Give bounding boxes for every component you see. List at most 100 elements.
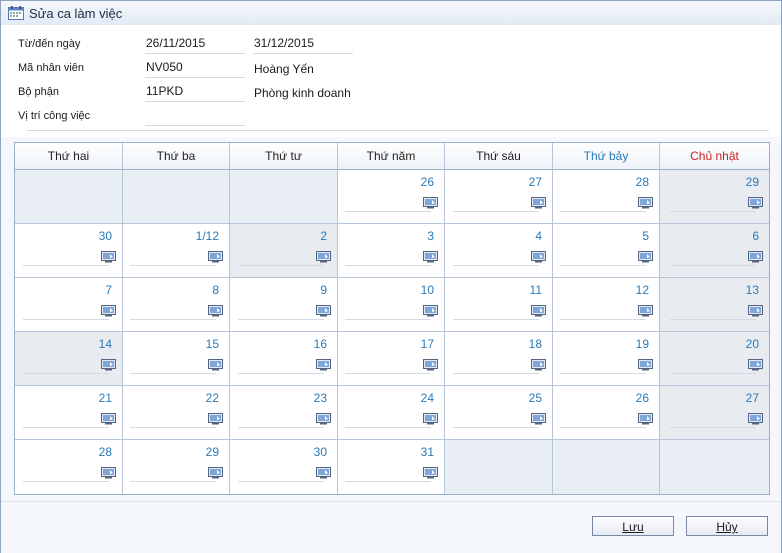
calendar-day-cell[interactable]: 14 (15, 332, 123, 386)
edit-shift-icon[interactable] (423, 197, 438, 209)
cancel-button[interactable]: Hủy (686, 516, 768, 536)
edit-shift-icon[interactable] (316, 359, 331, 371)
edit-shift-icon[interactable] (208, 251, 223, 263)
edit-shift-icon[interactable] (423, 413, 438, 425)
edit-shift-icon[interactable] (748, 197, 763, 209)
edit-shift-icon[interactable] (531, 305, 546, 317)
edit-shift-icon[interactable] (423, 305, 438, 317)
shift-value-line[interactable] (238, 265, 324, 266)
shift-value-line[interactable] (670, 265, 756, 266)
calendar-day-cell[interactable]: 30 (230, 440, 338, 494)
edit-shift-icon[interactable] (638, 413, 653, 425)
edit-shift-icon[interactable] (101, 305, 116, 317)
edit-shift-icon[interactable] (748, 413, 763, 425)
shift-value-line[interactable] (130, 427, 216, 428)
calendar-day-cell[interactable]: 22 (123, 386, 230, 440)
edit-shift-icon[interactable] (638, 359, 653, 371)
shift-value-line[interactable] (560, 319, 646, 320)
shift-value-line[interactable] (238, 427, 324, 428)
edit-shift-icon[interactable] (423, 251, 438, 263)
edit-shift-icon[interactable] (101, 467, 116, 479)
calendar-day-cell[interactable]: 2 (230, 224, 338, 278)
calendar-day-cell[interactable]: 24 (338, 386, 445, 440)
shift-value-line[interactable] (453, 265, 539, 266)
calendar-day-cell[interactable]: 12 (553, 278, 660, 332)
shift-value-line[interactable] (130, 481, 216, 482)
shift-value-line[interactable] (453, 427, 539, 428)
shift-value-line[interactable] (345, 265, 431, 266)
edit-shift-icon[interactable] (748, 359, 763, 371)
calendar-day-cell[interactable]: 29 (660, 170, 769, 224)
shift-value-line[interactable] (23, 319, 109, 320)
calendar-day-cell[interactable]: 10 (338, 278, 445, 332)
edit-shift-icon[interactable] (208, 359, 223, 371)
calendar-day-cell[interactable]: 4 (445, 224, 553, 278)
shift-value-line[interactable] (453, 211, 539, 212)
edit-shift-icon[interactable] (316, 413, 331, 425)
calendar-day-cell[interactable]: 27 (660, 386, 769, 440)
save-button[interactable]: Lưu (592, 516, 674, 536)
shift-value-line[interactable] (453, 373, 539, 374)
calendar-day-cell[interactable]: 30 (15, 224, 123, 278)
edit-shift-icon[interactable] (531, 197, 546, 209)
shift-value-line[interactable] (345, 427, 431, 428)
shift-value-line[interactable] (560, 373, 646, 374)
calendar-day-cell[interactable]: 16 (230, 332, 338, 386)
calendar-day-cell[interactable]: 19 (553, 332, 660, 386)
shift-value-line[interactable] (560, 265, 646, 266)
shift-value-line[interactable] (130, 373, 216, 374)
shift-value-line[interactable] (560, 211, 646, 212)
edit-shift-icon[interactable] (316, 251, 331, 263)
edit-shift-icon[interactable] (101, 251, 116, 263)
edit-shift-icon[interactable] (531, 413, 546, 425)
calendar-day-cell[interactable]: 6 (660, 224, 769, 278)
calendar-day-cell[interactable]: 8 (123, 278, 230, 332)
shift-value-line[interactable] (238, 319, 324, 320)
to-date-field[interactable]: 31/12/2015 (253, 36, 353, 54)
calendar-day-cell[interactable]: 26 (338, 170, 445, 224)
calendar-day-cell[interactable]: 18 (445, 332, 553, 386)
edit-shift-icon[interactable] (101, 359, 116, 371)
shift-value-line[interactable] (345, 373, 431, 374)
calendar-day-cell[interactable]: 23 (230, 386, 338, 440)
shift-value-line[interactable] (23, 265, 109, 266)
calendar-day-cell[interactable]: 1/12 (123, 224, 230, 278)
edit-shift-icon[interactable] (316, 467, 331, 479)
edit-shift-icon[interactable] (101, 413, 116, 425)
shift-value-line[interactable] (453, 319, 539, 320)
calendar-day-cell[interactable]: 15 (123, 332, 230, 386)
shift-value-line[interactable] (23, 373, 109, 374)
edit-shift-icon[interactable] (638, 305, 653, 317)
shift-value-line[interactable] (670, 211, 756, 212)
edit-shift-icon[interactable] (638, 251, 653, 263)
department-code-field[interactable]: 11PKD (145, 84, 245, 102)
calendar-day-cell[interactable]: 20 (660, 332, 769, 386)
edit-shift-icon[interactable] (748, 251, 763, 263)
calendar-day-cell[interactable]: 13 (660, 278, 769, 332)
shift-value-line[interactable] (345, 211, 431, 212)
calendar-day-cell[interactable]: 5 (553, 224, 660, 278)
shift-value-line[interactable] (345, 481, 431, 482)
edit-shift-icon[interactable] (208, 467, 223, 479)
calendar-day-cell[interactable]: 9 (230, 278, 338, 332)
edit-shift-icon[interactable] (638, 197, 653, 209)
shift-value-line[interactable] (670, 373, 756, 374)
position-field[interactable] (145, 108, 245, 126)
shift-value-line[interactable] (345, 319, 431, 320)
shift-value-line[interactable] (238, 373, 324, 374)
calendar-day-cell[interactable]: 29 (123, 440, 230, 494)
calendar-day-cell[interactable]: 3 (338, 224, 445, 278)
calendar-day-cell[interactable]: 26 (553, 386, 660, 440)
calendar-day-cell[interactable]: 28 (553, 170, 660, 224)
calendar-day-cell[interactable]: 25 (445, 386, 553, 440)
employee-id-field[interactable]: NV050 (145, 60, 245, 78)
edit-shift-icon[interactable] (748, 305, 763, 317)
calendar-day-cell[interactable]: 11 (445, 278, 553, 332)
calendar-day-cell[interactable]: 28 (15, 440, 123, 494)
calendar-day-cell[interactable]: 27 (445, 170, 553, 224)
shift-value-line[interactable] (560, 427, 646, 428)
edit-shift-icon[interactable] (208, 305, 223, 317)
shift-value-line[interactable] (670, 427, 756, 428)
shift-value-line[interactable] (670, 319, 756, 320)
calendar-day-cell[interactable]: 21 (15, 386, 123, 440)
